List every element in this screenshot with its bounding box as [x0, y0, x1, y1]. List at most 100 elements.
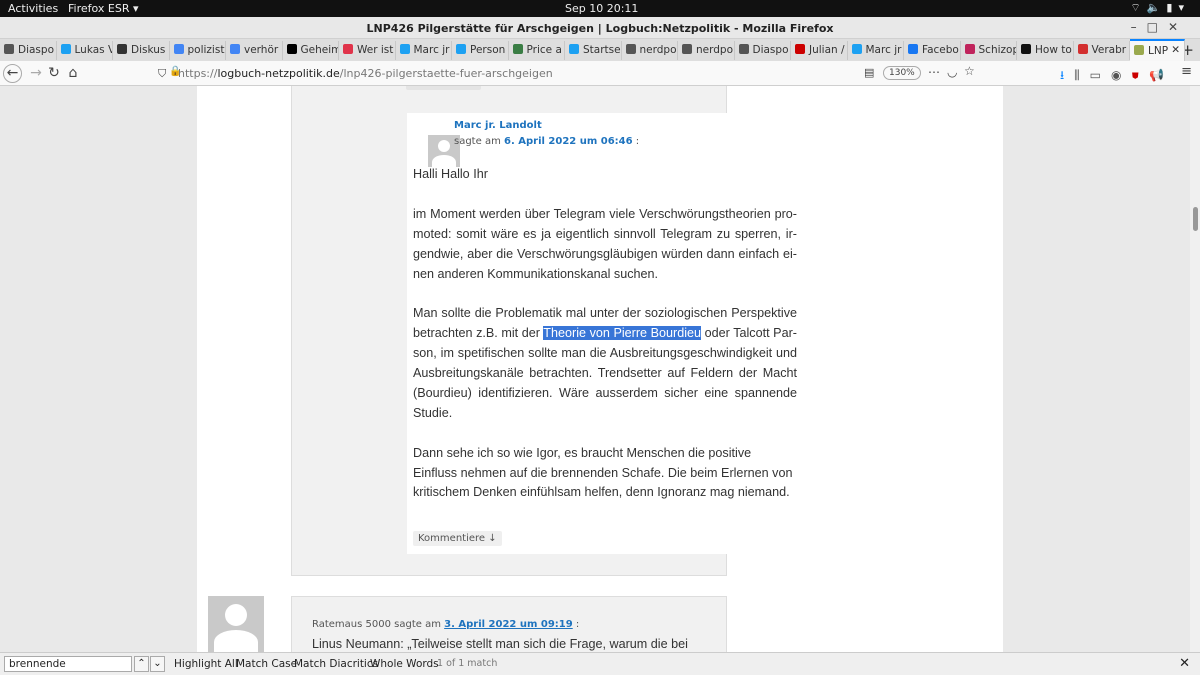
- tab[interactable]: Startse: [565, 41, 622, 60]
- tab-label: Diaspo: [752, 44, 789, 56]
- favicon-icon: [1021, 44, 1031, 54]
- tab[interactable]: LNP ✕: [1130, 39, 1185, 61]
- tab[interactable]: Schizop: [961, 41, 1017, 60]
- page-viewport: Marc jr. Landolt sagte am 6. April 2022 …: [0, 86, 1200, 652]
- pocket-icon[interactable]: ◡: [947, 65, 957, 79]
- scrollbar-thumb[interactable]: [1193, 207, 1198, 231]
- tab[interactable]: Julian /: [791, 41, 848, 60]
- tab[interactable]: Diaspo: [735, 41, 791, 60]
- tab[interactable]: Facebo: [904, 41, 961, 60]
- menu-icon[interactable]: ≡: [1181, 64, 1192, 79]
- favicon-icon: [625, 44, 636, 54]
- tab[interactable]: Marc jr: [848, 41, 904, 60]
- comment-date-link[interactable]: 3. April 2022 um 09:19: [444, 619, 573, 630]
- tab[interactable]: Geheim: [283, 41, 339, 60]
- maximize-icon[interactable]: □: [1147, 20, 1168, 34]
- favicon-icon: [795, 44, 805, 54]
- favicon-icon: [399, 44, 410, 54]
- favicon-icon: [230, 44, 240, 54]
- find-next-icon[interactable]: ⌄: [150, 656, 165, 672]
- tab[interactable]: Lukas V: [57, 41, 113, 60]
- tab[interactable]: Price a: [509, 41, 565, 60]
- tab[interactable]: Marc jr: [396, 41, 452, 60]
- toolbar-icons: ⭳⫼▭◉⛊📢: [1060, 66, 1174, 87]
- system-tray[interactable]: ⌔🔈▮▾: [1130, 1, 1190, 15]
- tab[interactable]: Diaspo: [0, 41, 57, 60]
- tab-label: polizist: [187, 44, 225, 56]
- power-menu-icon: ▾: [1178, 1, 1190, 14]
- find-input[interactable]: brennende: [4, 656, 132, 672]
- favicon-icon: [4, 44, 14, 54]
- favicon-icon: [1077, 44, 1088, 54]
- reader-view-icon[interactable]: ▤: [864, 66, 874, 79]
- megaphone-icon[interactable]: 📢: [1149, 68, 1174, 82]
- find-bar: brennende ⌃ ⌄ Highlight All Match Case M…: [0, 652, 1200, 675]
- tab[interactable]: Diskus: [113, 41, 170, 60]
- scrollbar[interactable]: [1190, 86, 1200, 652]
- tab[interactable]: Verabr: [1074, 41, 1130, 60]
- url-text[interactable]: https://logbuch-netzpolitik.de/lnp426-pi…: [178, 67, 553, 80]
- favicon-icon: [117, 44, 127, 54]
- comment-body: Halli Hallo Ihr im Moment werden über Te…: [413, 165, 797, 523]
- battery-icon: ▮: [1166, 1, 1179, 14]
- comment-author-link[interactable]: Marc jr. Landolt: [454, 120, 542, 131]
- comment-body: Linus Neumann: „Teilweise stellt man sic…: [312, 637, 688, 651]
- url-bar[interactable]: ⛉ 🔒 https://logbuch-netzpolitik.de/lnp42…: [150, 64, 922, 83]
- close-window-icon[interactable]: ✕: [1168, 20, 1188, 34]
- favicon-icon: [173, 44, 184, 54]
- home-button[interactable]: ⌂: [63, 64, 83, 84]
- library-icon[interactable]: ⫼: [1074, 68, 1090, 82]
- find-result-count: 1 of 1 match: [437, 658, 498, 669]
- sidebar-icon[interactable]: ▭: [1090, 68, 1111, 82]
- previous-reply-button[interactable]: [406, 86, 481, 90]
- favicon-icon: [1134, 45, 1144, 55]
- match-diacritics-toggle[interactable]: Match Diacritics: [294, 658, 378, 670]
- comment: Ratemaus 5000 sagte am 3. April 2022 um …: [291, 596, 727, 652]
- favicon-icon: [569, 44, 579, 54]
- tab-label: verhör: [244, 44, 279, 56]
- tab-label: Diaspo: [18, 44, 54, 56]
- tab-label: LNP: [1148, 45, 1169, 57]
- app-menu[interactable]: Firefox ESR ▾: [68, 2, 139, 15]
- favicon-icon: [851, 44, 862, 54]
- page-actions-icon[interactable]: ⋯: [928, 65, 940, 79]
- comment-date-link[interactable]: 6. April 2022 um 06:46: [504, 136, 633, 147]
- favicon-icon: [286, 44, 297, 54]
- tab-label: Marc jr: [413, 44, 450, 56]
- match-case-toggle[interactable]: Match Case: [236, 658, 297, 670]
- downloads-icon[interactable]: ⭳: [1060, 68, 1074, 82]
- zoom-indicator[interactable]: 130%: [883, 66, 921, 80]
- tab-label: Diskus: [131, 44, 166, 56]
- find-previous-icon[interactable]: ⌃: [134, 656, 149, 672]
- forward-button[interactable]: →: [26, 64, 46, 84]
- bourdieu-link[interactable]: Theorie von Pierre Bourdieu: [543, 326, 702, 341]
- ublock-icon[interactable]: ⛊: [1132, 68, 1150, 82]
- tab[interactable]: Wer ist: [339, 41, 396, 60]
- tab-label: Wer ist: [357, 44, 394, 56]
- tab[interactable]: verhör: [226, 41, 283, 60]
- close-find-bar-icon[interactable]: ✕: [1179, 656, 1190, 671]
- clock[interactable]: Sep 10 20:11: [565, 2, 638, 15]
- tab[interactable]: polizist: [170, 41, 226, 60]
- account-icon[interactable]: ◉: [1111, 68, 1131, 82]
- whole-words-toggle[interactable]: Whole Words: [370, 658, 439, 670]
- content-column: Marc jr. Landolt sagte am 6. April 2022 …: [197, 86, 1003, 652]
- tab-label: Startse: [583, 44, 621, 56]
- tab[interactable]: Person: [452, 41, 509, 60]
- reply-button[interactable]: Kommentiere ↓: [413, 531, 502, 546]
- tab[interactable]: nerdpo: [622, 41, 678, 60]
- highlight-all-toggle[interactable]: Highlight All: [174, 658, 238, 670]
- tab-label: Facebo: [922, 44, 959, 56]
- back-button[interactable]: ←: [3, 64, 22, 83]
- activities-button[interactable]: Activities: [8, 2, 58, 15]
- reload-button[interactable]: ↻: [44, 64, 64, 84]
- minimize-icon[interactable]: –: [1131, 20, 1147, 34]
- favicon-icon: [964, 44, 975, 54]
- favicon-icon: [682, 44, 692, 54]
- tab[interactable]: nerdpo: [678, 41, 735, 60]
- volume-icon: 🔈: [1146, 1, 1167, 14]
- shield-icon[interactable]: ⛉: [158, 67, 166, 81]
- close-tab-icon[interactable]: ✕: [1171, 44, 1180, 56]
- tab[interactable]: How to: [1017, 41, 1074, 60]
- bookmark-star-icon[interactable]: ☆: [964, 64, 975, 78]
